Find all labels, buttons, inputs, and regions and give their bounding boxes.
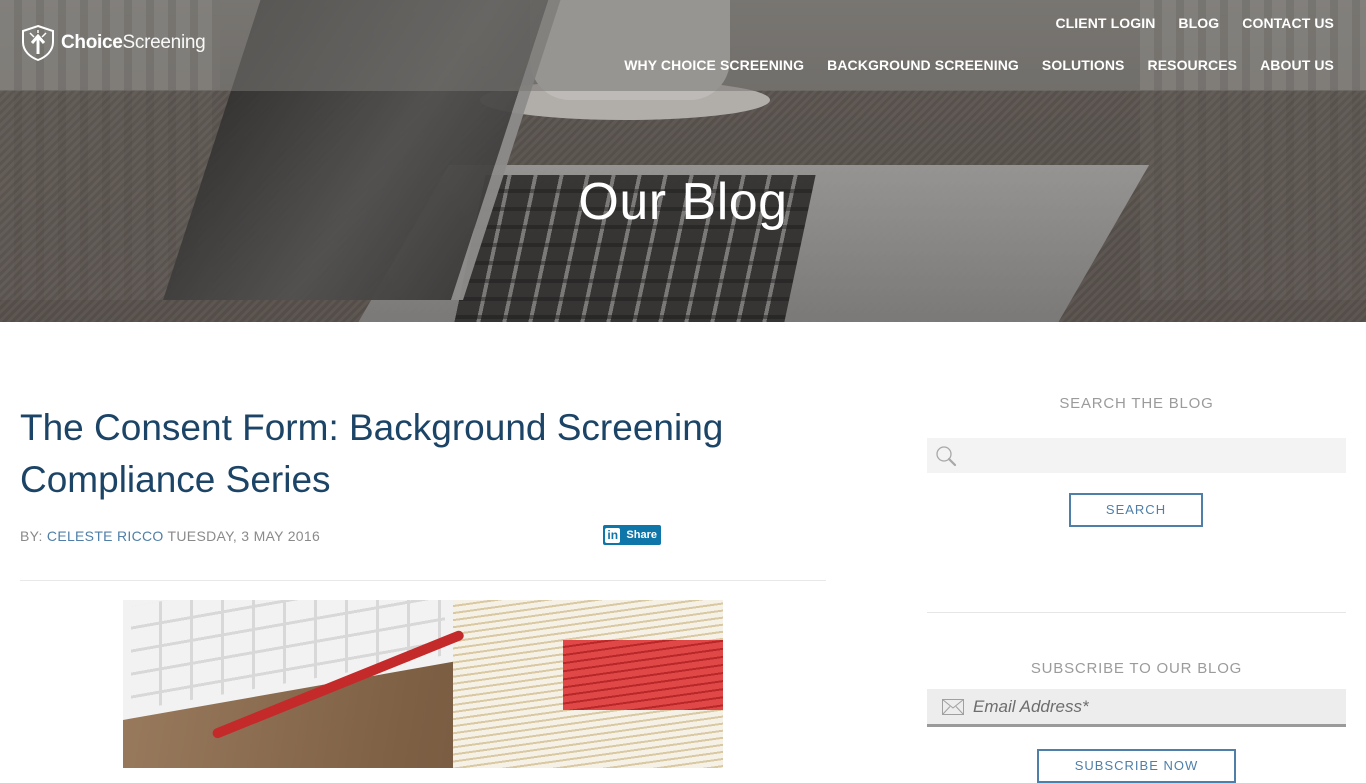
by-label: BY: (20, 528, 43, 544)
search-button[interactable]: SEARCH (1069, 493, 1203, 527)
post-divider (20, 580, 826, 581)
main-nav: WHY CHOICE SCREENING BACKGROUND SCREENIN… (624, 57, 1334, 73)
linkedin-share-button[interactable]: in Share (603, 525, 661, 545)
subscribe-heading: SUBSCRIBE TO OUR BLOG (1030, 660, 1243, 677)
site-logo[interactable]: ChoiceScreening (20, 24, 206, 62)
share-label: Share (626, 529, 657, 541)
linkedin-icon: in (605, 527, 621, 543)
search-icon (936, 446, 957, 467)
email-field (927, 689, 1346, 727)
post-title: The Consent Form: Background Screening C… (20, 407, 724, 500)
search-field (927, 438, 1346, 473)
email-input[interactable] (973, 689, 1343, 724)
post-date: TUESDAY, 3 MAY 2016 (167, 528, 321, 544)
nav-contact-us[interactable]: CONTACT US (1242, 15, 1334, 31)
author-link[interactable]: CELESTE RICCO (47, 528, 164, 544)
mail-icon (942, 699, 964, 715)
hero-title: Our Blog (578, 173, 788, 231)
search-heading: SEARCH THE BLOG (1059, 395, 1214, 412)
nav-blog[interactable]: BLOG (1178, 15, 1219, 31)
subscribe-button[interactable]: SUBSCRIBE NOW (1037, 749, 1236, 783)
nav-why-choice-screening[interactable]: WHY CHOICE SCREENING (624, 57, 804, 73)
nav-resources[interactable]: RESOURCES (1147, 57, 1237, 73)
post-featured-image (123, 600, 723, 768)
search-input[interactable] (963, 438, 1343, 473)
image-red-folder (563, 640, 723, 710)
nav-solutions[interactable]: SOLUTIONS (1042, 57, 1125, 73)
post-byline: BY: CELESTE RICCO TUESDAY, 3 MAY 2016 (20, 528, 320, 544)
utility-nav: CLIENT LOGIN BLOG CONTACT US (1055, 15, 1334, 31)
hero-banner: ChoiceScreening CLIENT LOGIN BLOG CONTAC… (0, 0, 1366, 322)
nav-about-us[interactable]: ABOUT US (1260, 57, 1334, 73)
sidebar: SEARCH THE BLOG SEARCH SUBSCRIBE TO OUR … (927, 395, 1346, 783)
shield-arrow-icon (22, 24, 54, 62)
brand-name: ChoiceScreening (61, 32, 206, 53)
sidebar-divider (927, 612, 1346, 613)
nav-client-login[interactable]: CLIENT LOGIN (1055, 15, 1155, 31)
site-header: ChoiceScreening CLIENT LOGIN BLOG CONTAC… (0, 0, 1366, 91)
nav-background-screening[interactable]: BACKGROUND SCREENING (827, 57, 1019, 73)
